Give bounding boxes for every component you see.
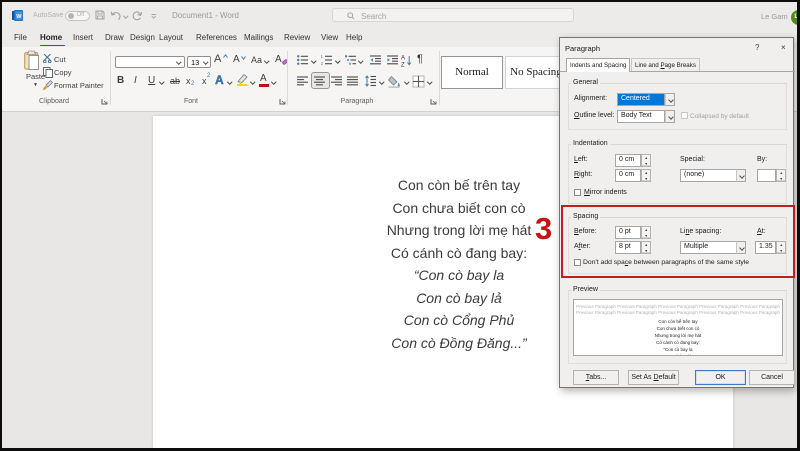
svg-text:Z: Z: [401, 63, 405, 68]
svg-text:W: W: [16, 14, 22, 20]
svg-text:1: 1: [321, 55, 324, 59]
svg-text:2: 2: [321, 61, 324, 65]
svg-text:A: A: [401, 56, 405, 62]
